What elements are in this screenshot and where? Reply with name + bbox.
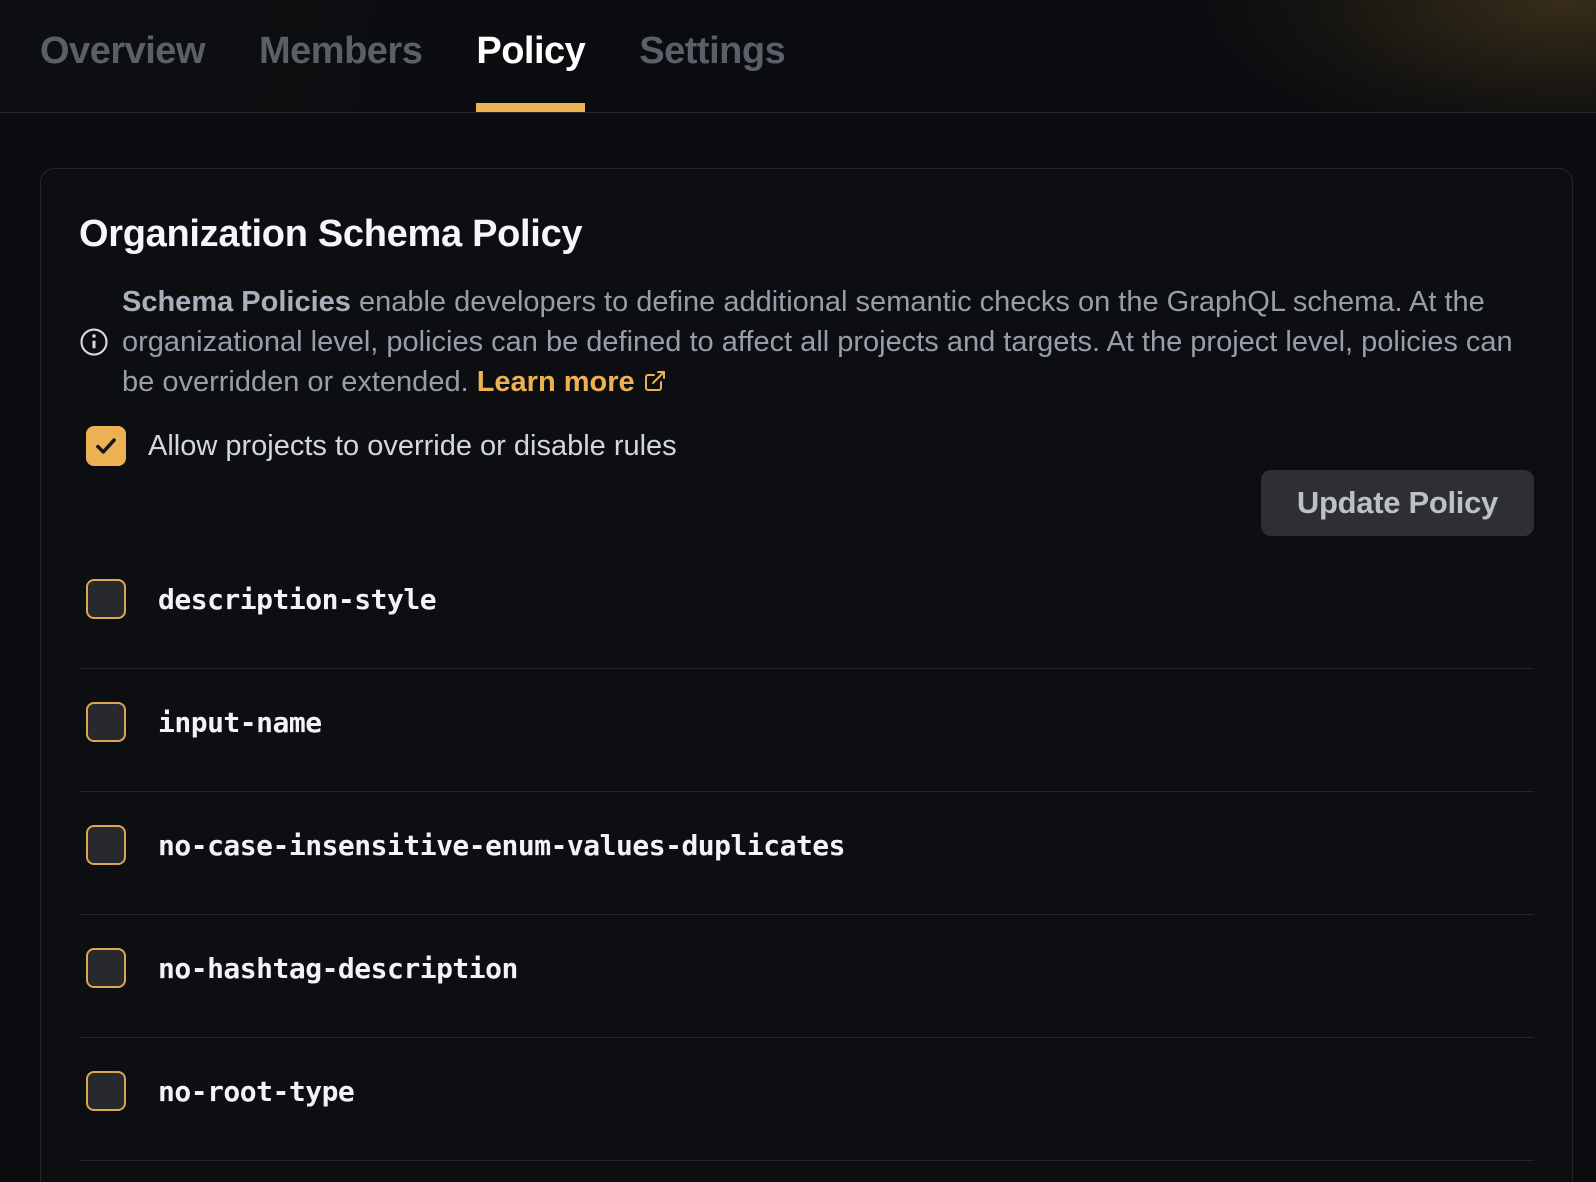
rule-row: input-name (79, 669, 1534, 792)
tab-policy[interactable]: Policy (476, 0, 585, 112)
rule-checkbox[interactable] (86, 825, 126, 865)
info-note-text: Schema Policies enable developers to def… (122, 282, 1534, 402)
rule-row: description-style (79, 546, 1534, 669)
schema-policy-card: Organization Schema Policy Schema Polici… (40, 168, 1573, 1182)
rule-checkbox[interactable] (86, 579, 126, 619)
rule-row: no-hashtag-description (79, 915, 1534, 1038)
allow-override-checkbox[interactable] (86, 426, 126, 466)
tab-overview[interactable]: Overview (40, 0, 205, 112)
schema-policy-info-note: Schema Policies enable developers to def… (79, 282, 1534, 402)
learn-more-label: Learn more (477, 366, 635, 398)
allow-override-row[interactable]: Allow projects to override or disable ru… (79, 426, 1534, 466)
rule-name: no-root-type (158, 1075, 354, 1108)
button-row: Update Policy (79, 470, 1534, 536)
info-note-lead: Schema Policies (122, 286, 351, 318)
tab-members[interactable]: Members (259, 0, 422, 112)
tab-settings[interactable]: Settings (639, 0, 785, 112)
tab-nav: Overview Members Policy Settings (0, 0, 1596, 112)
policy-page: Organization Schema Policy Schema Polici… (0, 168, 1596, 1182)
learn-more-link[interactable]: Learn more (477, 366, 667, 398)
rule-row: no-case-insensitive-enum-values-duplicat… (79, 792, 1534, 915)
rule-name: input-name (158, 706, 322, 739)
info-circle-icon (79, 327, 109, 357)
rule-name: description-style (158, 583, 436, 616)
rule-checkbox[interactable] (86, 1071, 126, 1111)
rule-name: no-case-insensitive-enum-values-duplicat… (158, 829, 845, 862)
update-policy-button[interactable]: Update Policy (1261, 470, 1534, 536)
rule-row: no-root-type (79, 1038, 1534, 1161)
external-link-icon (643, 369, 667, 393)
rule-name: no-hashtag-description (158, 952, 518, 985)
rules-list: description-style input-name no-case-ins… (79, 546, 1534, 1161)
tab-bar: Overview Members Policy Settings (0, 0, 1596, 113)
rule-checkbox[interactable] (86, 948, 126, 988)
allow-override-label: Allow projects to override or disable ru… (148, 430, 677, 463)
check-icon (93, 433, 119, 459)
page-title: Organization Schema Policy (79, 213, 1534, 256)
rule-checkbox[interactable] (86, 702, 126, 742)
